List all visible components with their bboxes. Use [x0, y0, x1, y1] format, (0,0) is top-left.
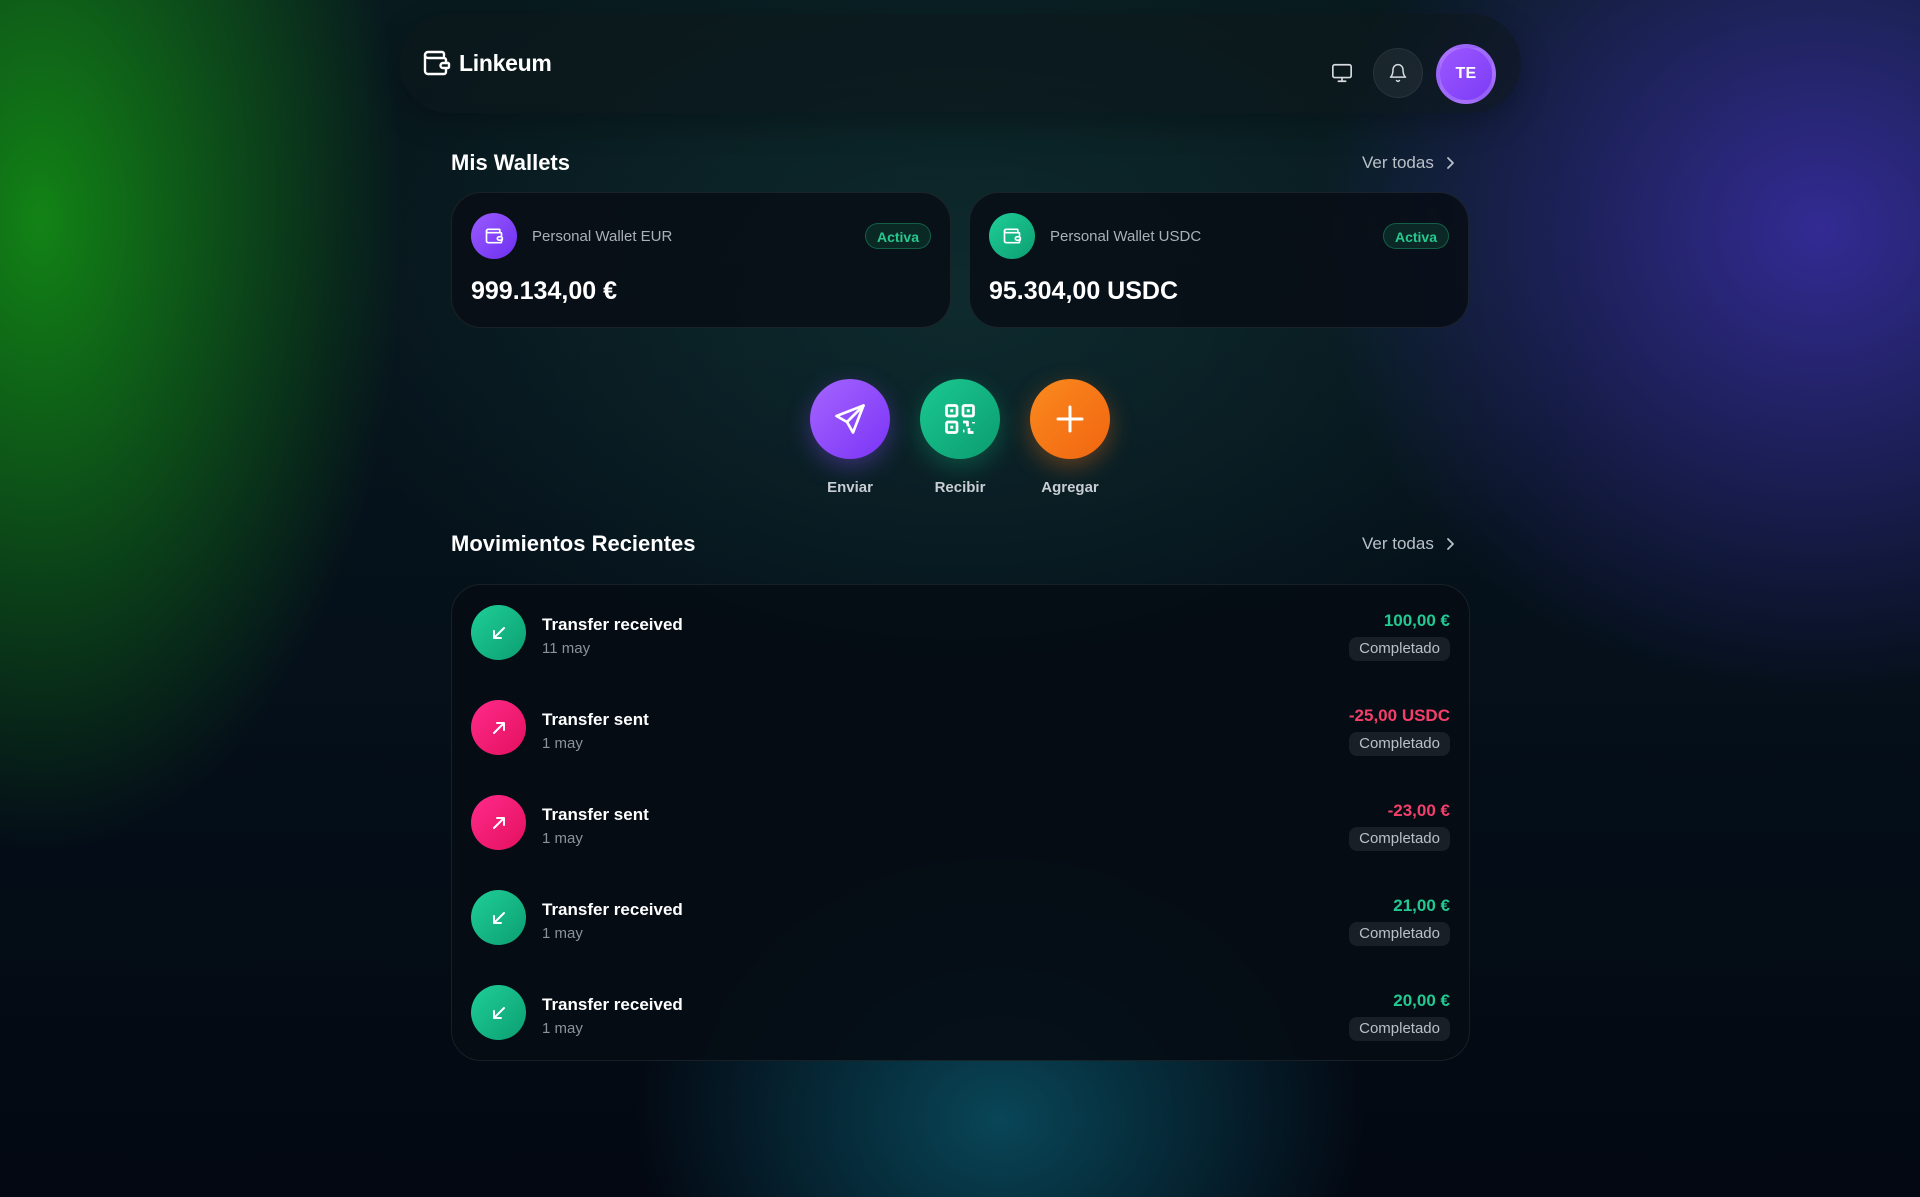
incoming-transfer-badge: [471, 985, 526, 1040]
user-avatar[interactable]: TE: [1436, 44, 1496, 104]
transaction-title: Transfer sent: [542, 710, 649, 729]
receive-action[interactable]: Recibir: [920, 379, 1000, 496]
transaction-status-badge: Completado: [1349, 922, 1450, 946]
notifications-button[interactable]: [1373, 48, 1423, 98]
wallet-icon: [485, 228, 504, 244]
send-label: Enviar: [827, 479, 873, 496]
brand[interactable]: Linkeum: [423, 48, 552, 78]
arrow-up-right-icon: [492, 721, 505, 734]
add-label: Agregar: [1041, 479, 1099, 496]
wallet-status-badge: Activa: [1382, 223, 1449, 249]
transaction-row[interactable]: Transfer received 11 may 100,00 € Comple…: [452, 585, 1469, 680]
wallet-balance: 95.304,00 USDC: [989, 277, 1179, 305]
wallets-see-all-label: Ver todas: [1362, 153, 1434, 172]
brand-name: Linkeum: [459, 49, 552, 76]
transaction-status-badge: Completado: [1349, 637, 1450, 661]
receive-label: Recibir: [934, 479, 986, 496]
wallets-see-all-link[interactable]: Ver todas: [1362, 153, 1456, 173]
transaction-amount: -25,00 USDC: [1348, 706, 1450, 725]
wallet-status-badge: Activa: [864, 223, 931, 249]
send-icon: [835, 404, 865, 434]
monitor-icon: [1332, 63, 1352, 83]
arrow-up-right-icon: [492, 816, 505, 829]
wallet-card-usdc[interactable]: Personal Wallet USDC Activa 95.304,00 US…: [969, 192, 1469, 328]
wallet-icon: [1003, 228, 1022, 244]
receive-button[interactable]: [920, 379, 1000, 459]
wallet-name: Personal Wallet USDC: [1050, 228, 1202, 245]
transaction-amount: 20,00 €: [1393, 991, 1450, 1010]
transaction-date: 1 may: [542, 830, 583, 847]
incoming-transfer-badge: [471, 890, 526, 945]
wallet-avatar: [989, 213, 1035, 259]
add-action[interactable]: Agregar: [1030, 379, 1110, 496]
wallet-name: Personal Wallet EUR: [532, 228, 673, 245]
send-action[interactable]: Enviar: [810, 379, 890, 496]
wallet-logo-icon: [423, 50, 451, 76]
transaction-amount: -23,00 €: [1387, 801, 1450, 820]
arrow-down-left-icon: [492, 1006, 505, 1019]
transaction-date: 1 may: [542, 735, 583, 752]
transaction-status-badge: Completado: [1349, 732, 1450, 756]
transaction-title: Transfer received: [542, 995, 683, 1014]
chevron-right-icon: [1446, 538, 1454, 550]
qr-code-icon: [945, 404, 975, 434]
transaction-date: 1 may: [542, 1020, 583, 1037]
transaction-amount: 21,00 €: [1393, 896, 1450, 915]
transactions-see-all-link[interactable]: Ver todas: [1362, 534, 1456, 554]
chevron-right-icon: [1446, 157, 1454, 169]
transaction-row[interactable]: Transfer received 1 may 20,00 € Completa…: [452, 965, 1469, 1060]
wallet-balance: 999.134,00 €: [471, 277, 617, 305]
transaction-title: Transfer sent: [542, 805, 649, 824]
wallets-section-title: Mis Wallets: [451, 150, 570, 175]
wallet-avatar: [471, 213, 517, 259]
transactions-see-all-label: Ver todas: [1362, 534, 1434, 553]
transaction-row[interactable]: Transfer sent 1 may -23,00 € Completado: [452, 775, 1469, 870]
wallet-card-eur[interactable]: Personal Wallet EUR Activa 999.134,00 €: [451, 192, 951, 328]
outgoing-transfer-badge: [471, 700, 526, 755]
bell-icon: [1389, 63, 1407, 83]
transaction-title: Transfer received: [542, 615, 683, 634]
transaction-title: Transfer received: [542, 900, 683, 919]
app-root: Linkeum TE Mis Wallets Ver todas Persona…: [0, 0, 1920, 1197]
display-mode-button[interactable]: [1321, 52, 1363, 94]
add-button[interactable]: [1030, 379, 1110, 459]
transaction-row[interactable]: Transfer sent 1 may -25,00 USDC Completa…: [452, 680, 1469, 775]
send-button[interactable]: [810, 379, 890, 459]
arrow-down-left-icon: [492, 911, 505, 924]
transaction-status-badge: Completado: [1349, 1017, 1450, 1041]
transaction-date: 1 may: [542, 925, 583, 942]
plus-icon: [1056, 405, 1084, 433]
transaction-amount: 100,00 €: [1383, 611, 1450, 630]
transaction-row[interactable]: Transfer received 1 may 21,00 € Completa…: [452, 870, 1469, 965]
transaction-date: 11 may: [542, 640, 591, 657]
top-header: Linkeum TE: [399, 14, 1521, 113]
outgoing-transfer-badge: [471, 795, 526, 850]
arrow-down-left-icon: [492, 626, 505, 639]
transactions-section-title: Movimientos Recientes: [451, 531, 696, 556]
transactions-list: Transfer received 11 may 100,00 € Comple…: [451, 584, 1470, 1061]
incoming-transfer-badge: [471, 605, 526, 660]
transaction-status-badge: Completado: [1349, 827, 1450, 851]
